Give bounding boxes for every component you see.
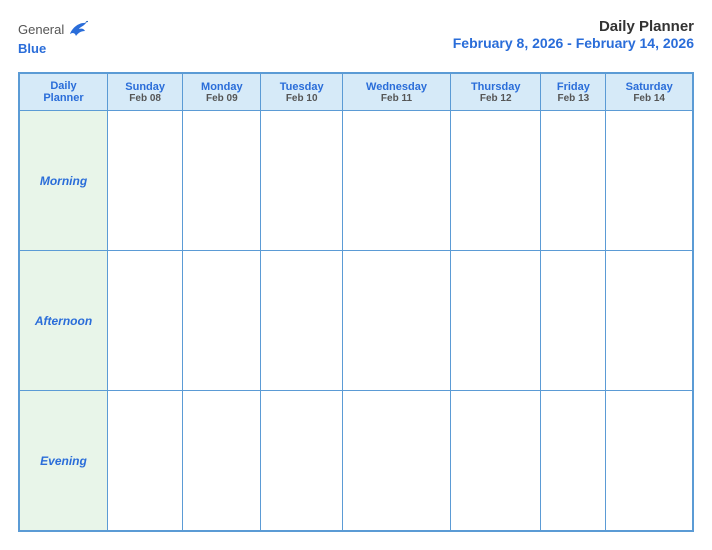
cell-evening-wednesday[interactable]	[342, 391, 450, 531]
row-evening: Evening	[20, 391, 693, 531]
day-date-monday: Feb 09	[187, 93, 256, 104]
day-header-sunday: Sunday Feb 08	[108, 74, 183, 111]
day-date-saturday: Feb 14	[610, 93, 688, 104]
logo-general-text: General	[18, 22, 64, 37]
day-header-wednesday: Wednesday Feb 11	[342, 74, 450, 111]
day-name-tuesday: Tuesday	[265, 81, 338, 93]
label-header-line1: Daily	[24, 80, 103, 92]
day-date-wednesday: Feb 11	[347, 93, 446, 104]
cell-afternoon-monday[interactable]	[183, 251, 261, 391]
day-name-sunday: Sunday	[112, 81, 178, 93]
title-date-range: February 8, 2026 - February 14, 2026	[453, 35, 694, 51]
day-header-saturday: Saturday Feb 14	[606, 74, 693, 111]
cell-evening-tuesday[interactable]	[261, 391, 343, 531]
cell-morning-tuesday[interactable]	[261, 111, 343, 251]
day-name-saturday: Saturday	[610, 81, 688, 93]
day-header-thursday: Thursday Feb 12	[451, 74, 541, 111]
calendar-header-row: Daily Planner Sunday Feb 08 Monday Feb 0…	[20, 74, 693, 111]
row-label-evening: Evening	[20, 391, 108, 531]
cell-morning-thursday[interactable]	[451, 111, 541, 251]
cell-morning-monday[interactable]	[183, 111, 261, 251]
header-title: Daily Planner February 8, 2026 - Februar…	[453, 18, 694, 51]
title-main: Daily Planner	[453, 18, 694, 35]
header: General Blue Daily Planner February 8, 2…	[18, 18, 694, 58]
calendar-container: Daily Planner Sunday Feb 08 Monday Feb 0…	[18, 72, 694, 532]
cell-afternoon-tuesday[interactable]	[261, 251, 343, 391]
day-header-tuesday: Tuesday Feb 10	[261, 74, 343, 111]
row-label-morning: Morning	[20, 111, 108, 251]
day-name-monday: Monday	[187, 81, 256, 93]
cell-morning-saturday[interactable]	[606, 111, 693, 251]
cell-evening-thursday[interactable]	[451, 391, 541, 531]
cell-evening-sunday[interactable]	[108, 391, 183, 531]
day-date-thursday: Feb 12	[455, 93, 536, 104]
logo: General Blue	[18, 18, 88, 58]
day-name-wednesday: Wednesday	[347, 81, 446, 93]
row-afternoon: Afternoon	[20, 251, 693, 391]
day-date-tuesday: Feb 10	[265, 93, 338, 104]
day-name-friday: Friday	[545, 81, 601, 93]
cell-morning-sunday[interactable]	[108, 111, 183, 251]
page: General Blue Daily Planner February 8, 2…	[0, 0, 712, 550]
day-name-thursday: Thursday	[455, 81, 536, 93]
day-header-friday: Friday Feb 13	[541, 74, 606, 111]
cell-afternoon-sunday[interactable]	[108, 251, 183, 391]
logo-blue-text: Blue	[18, 41, 46, 56]
logo-bird-icon	[66, 18, 88, 40]
cell-afternoon-saturday[interactable]	[606, 251, 693, 391]
cell-afternoon-friday[interactable]	[541, 251, 606, 391]
day-date-sunday: Feb 08	[112, 93, 178, 104]
label-header-line2: Planner	[24, 92, 103, 104]
cell-morning-friday[interactable]	[541, 111, 606, 251]
cell-evening-monday[interactable]	[183, 391, 261, 531]
day-header-monday: Monday Feb 09	[183, 74, 261, 111]
cell-morning-wednesday[interactable]	[342, 111, 450, 251]
cell-afternoon-thursday[interactable]	[451, 251, 541, 391]
cell-afternoon-wednesday[interactable]	[342, 251, 450, 391]
day-date-friday: Feb 13	[545, 93, 601, 104]
row-morning: Morning	[20, 111, 693, 251]
calendar-table: Daily Planner Sunday Feb 08 Monday Feb 0…	[19, 73, 693, 531]
cell-evening-saturday[interactable]	[606, 391, 693, 531]
row-label-afternoon: Afternoon	[20, 251, 108, 391]
cell-evening-friday[interactable]	[541, 391, 606, 531]
label-header-cell: Daily Planner	[20, 74, 108, 111]
